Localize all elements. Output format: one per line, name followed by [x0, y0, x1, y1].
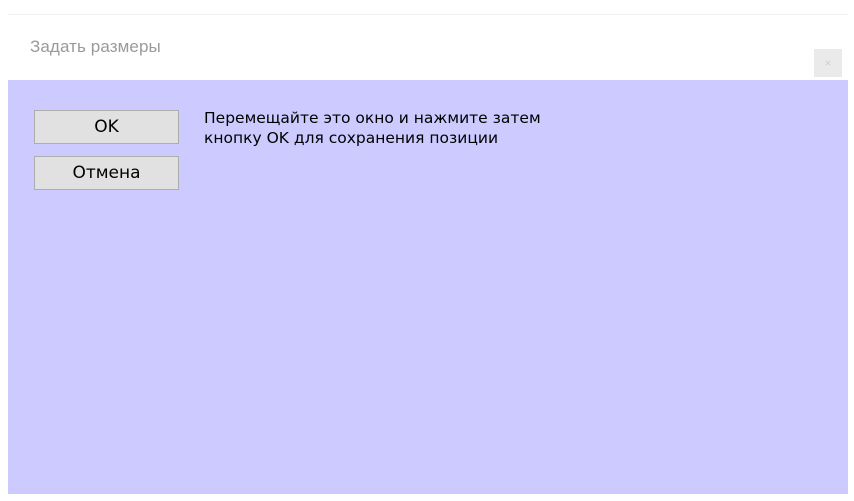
- instruction-line-2: кнопку OK для сохранения позиции: [204, 129, 499, 147]
- instruction-message: Перемещайте это окно и нажмите затем кно…: [204, 108, 664, 148]
- window-title: Задать размеры: [30, 37, 161, 56]
- close-button[interactable]: ×: [814, 49, 842, 77]
- ok-button[interactable]: OK: [34, 110, 179, 144]
- instruction-line-1: Перемещайте это окно и нажмите затем: [204, 109, 541, 127]
- close-icon: ×: [824, 56, 832, 70]
- cancel-button[interactable]: Отмена: [34, 156, 179, 190]
- title-bar[interactable]: Задать размеры ×: [8, 15, 848, 80]
- dialog-window: Задать размеры × OK Отмена Перемещайте э…: [8, 14, 848, 494]
- dialog-client-area: OK Отмена Перемещайте это окно и нажмите…: [8, 80, 848, 494]
